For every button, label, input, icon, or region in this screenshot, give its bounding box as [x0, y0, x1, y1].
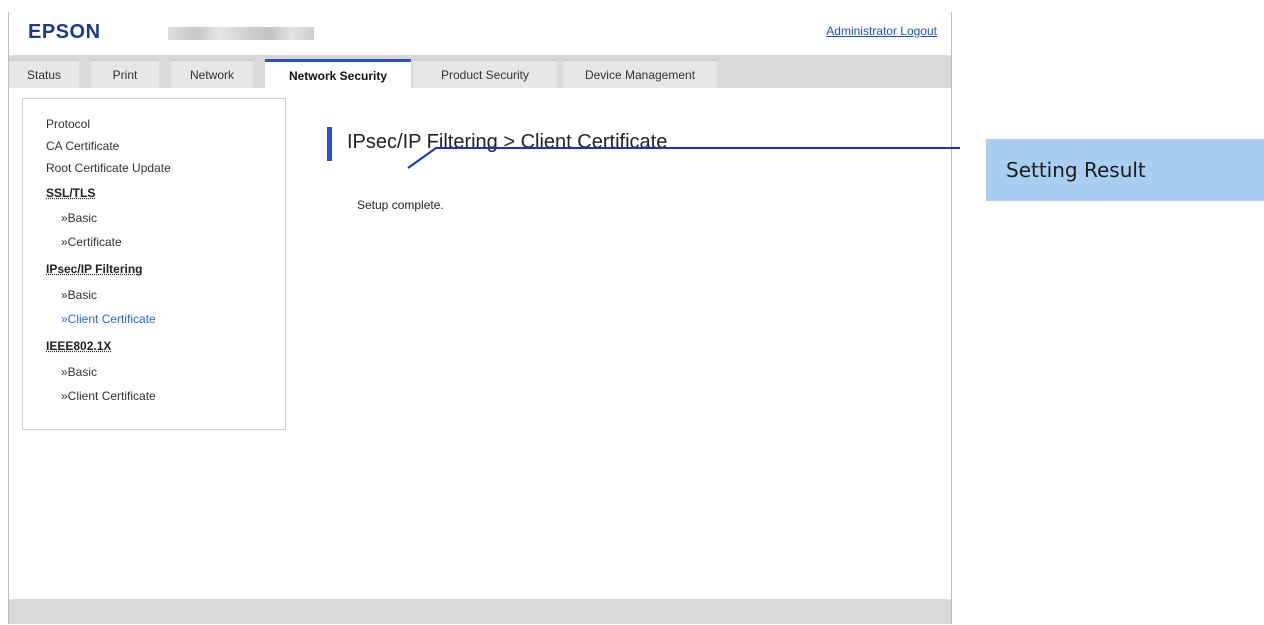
- tab-bar: Status Print Network Network Security Pr…: [9, 55, 951, 88]
- footer-bar: [9, 599, 951, 624]
- sidebar-item-ieee-basic[interactable]: »Basic: [61, 365, 97, 379]
- setting-result-callout: Setting Result: [986, 139, 1264, 201]
- header: EPSON Administrator Logout: [9, 12, 951, 54]
- tab-status[interactable]: Status: [9, 59, 79, 88]
- sidebar-heading-ieee8021x[interactable]: IEEE802.1X: [46, 339, 111, 353]
- tab-device-management[interactable]: Device Management: [563, 59, 717, 88]
- page-title: IPsec/IP Filtering > Client Certificate: [347, 131, 668, 153]
- sidebar-item-ssl-basic[interactable]: »Basic: [61, 211, 97, 225]
- sidebar-item-ieee-client-certificate[interactable]: »Client Certificate: [61, 389, 156, 403]
- sidebar-item-root-certificate-update[interactable]: Root Certificate Update: [46, 161, 171, 175]
- tab-network[interactable]: Network: [171, 59, 253, 88]
- tab-network-security[interactable]: Network Security: [265, 59, 411, 88]
- sidebar-item-ipsec-client-certificate[interactable]: »Client Certificate: [61, 312, 156, 326]
- sidebar-heading-ssl-tls[interactable]: SSL/TLS: [46, 186, 95, 200]
- content-area: Protocol CA Certificate Root Certificate…: [9, 88, 951, 599]
- sidebar-item-ca-certificate[interactable]: CA Certificate: [46, 139, 119, 153]
- title-accent-bar: [327, 127, 332, 161]
- browser-frame: EPSON Administrator Logout Status Print …: [8, 12, 952, 624]
- tab-print[interactable]: Print: [91, 59, 159, 88]
- administrator-logout-link[interactable]: Administrator Logout: [826, 24, 937, 38]
- setup-result-message: Setup complete.: [357, 198, 444, 212]
- sidebar: Protocol CA Certificate Root Certificate…: [22, 98, 286, 430]
- epson-logo: EPSON: [28, 21, 101, 43]
- model-name-blurred: [168, 27, 314, 40]
- sidebar-item-ipsec-basic[interactable]: »Basic: [61, 288, 97, 302]
- sidebar-heading-ipsec-ip-filtering[interactable]: IPsec/IP Filtering: [46, 262, 142, 276]
- sidebar-item-ssl-certificate[interactable]: »Certificate: [61, 235, 122, 249]
- tab-product-security[interactable]: Product Security: [413, 59, 557, 88]
- sidebar-item-protocol[interactable]: Protocol: [46, 117, 90, 131]
